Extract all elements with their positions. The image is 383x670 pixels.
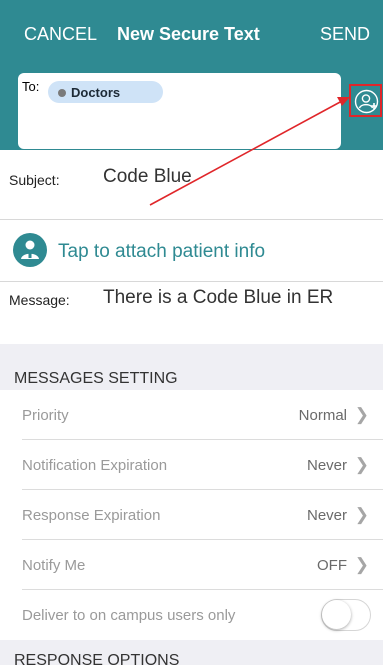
setting-row-notify-me[interactable]: Notify Me OFF ❯ — [0, 540, 383, 590]
campus-only-toggle[interactable] — [321, 599, 371, 631]
setting-value: OFF — [317, 557, 347, 574]
chevron-right-icon: ❯ — [354, 405, 369, 424]
settings-list: Priority Normal ❯ Notification Expiratio… — [0, 390, 383, 640]
cancel-button[interactable]: CANCEL — [24, 24, 97, 45]
setting-label: Deliver to on campus users only — [22, 607, 236, 624]
recipients-area: To: Doctors — [0, 66, 383, 150]
setting-row-response-expiration[interactable]: Response Expiration Never ❯ — [0, 490, 383, 540]
setting-value: Normal — [298, 407, 347, 424]
navigation-bar: CANCEL New Secure Text SEND — [0, 0, 383, 66]
to-label: To: — [22, 79, 40, 94]
setting-label: Response Expiration — [22, 507, 161, 524]
status-dot-icon — [58, 89, 66, 97]
messages-setting-header: MESSAGES SETTING — [14, 370, 178, 387]
message-input[interactable]: There is a Code Blue in ER — [103, 287, 333, 309]
subject-input[interactable]: Code Blue — [103, 166, 192, 188]
setting-label: Notification Expiration — [22, 457, 168, 474]
add-contact-button[interactable] — [349, 84, 382, 117]
subject-row[interactable]: Subject: Code Blue — [0, 150, 383, 220]
message-label: Message: — [9, 292, 70, 308]
subject-label: Subject: — [9, 172, 60, 188]
message-row[interactable]: Message: There is a Code Blue in ER — [0, 282, 383, 344]
setting-value: Never — [306, 457, 347, 474]
chevron-right-icon: ❯ — [354, 555, 369, 574]
recipients-field[interactable]: To: Doctors — [18, 73, 341, 149]
setting-row-notification-expiration[interactable]: Notification Expiration Never ❯ — [0, 440, 383, 490]
setting-row-priority[interactable]: Priority Normal ❯ — [0, 390, 383, 440]
toggle-knob — [322, 600, 351, 629]
send-button[interactable]: SEND — [320, 24, 370, 45]
chevron-right-icon: ❯ — [354, 455, 369, 474]
patient-icon — [13, 233, 47, 267]
response-options-header: RESPONSE OPTIONS — [14, 652, 180, 669]
attach-patient-label[interactable]: Tap to attach patient info — [58, 241, 265, 263]
setting-row-campus-only: Deliver to on campus users only — [0, 590, 383, 640]
recipient-chip-label: Doctors — [71, 85, 121, 100]
page-title: New Secure Text — [117, 24, 260, 44]
recipient-chip[interactable]: Doctors — [48, 81, 163, 103]
chevron-right-icon: ❯ — [354, 505, 369, 524]
attach-patient-row[interactable]: Tap to attach patient info — [0, 220, 383, 282]
setting-label: Priority — [22, 407, 69, 424]
add-contact-icon — [354, 89, 379, 114]
setting-value: Never — [306, 507, 347, 524]
setting-label: Notify Me — [22, 557, 86, 574]
